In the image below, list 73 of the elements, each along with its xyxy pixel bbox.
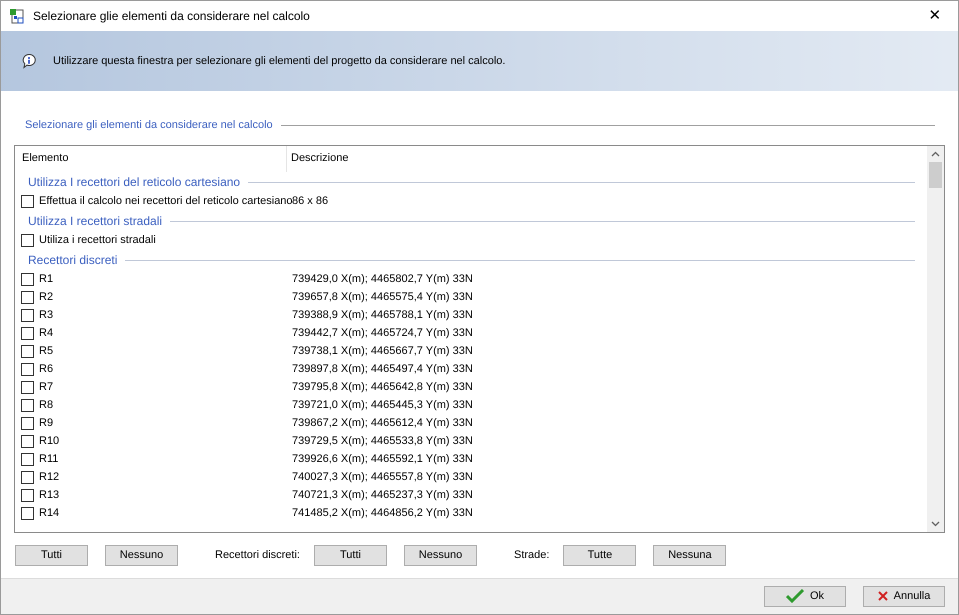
banner-text: Utilizzare questa finestra per selezionare gli elementi del progetto da considerare nel calcolo.	[53, 54, 506, 69]
close-button[interactable]: ✕	[920, 3, 950, 29]
description-cell-text: 739926,6 X(m); 4465592,1 Y(m) 33N	[291, 452, 473, 468]
scrollbar[interactable]	[927, 146, 944, 532]
cross-icon	[878, 591, 888, 602]
checkbox[interactable]	[21, 453, 34, 466]
description-cell-text: 739442,7 X(m); 4465724,7 Y(m) 33N	[291, 326, 473, 342]
scrollbar-thumb[interactable]	[929, 162, 942, 188]
description-cell-text: 740027,3 X(m); 4465557,8 Y(m) 33N	[291, 470, 473, 486]
select-button[interactable]: Tutti	[15, 544, 88, 566]
element-name: R14	[39, 506, 60, 522]
description-cell-text: 739897,8 X(m); 4465497,4 Y(m) 33N	[291, 362, 473, 378]
checkbox[interactable]	[21, 327, 34, 340]
element-name: R10	[39, 434, 60, 450]
checkmark-icon	[786, 589, 804, 604]
element-name: R5	[39, 344, 54, 360]
element-name: R12	[39, 470, 60, 486]
element-name: R13	[39, 488, 60, 504]
checkbox[interactable]	[21, 273, 34, 286]
column-header[interactable]: Elemento	[15, 146, 287, 172]
description-cell-text: 739388,9 X(m); 4465788,1 Y(m) 33N	[291, 308, 473, 324]
section-title: Utilizza I recettori stradali	[28, 213, 162, 230]
element-name: Effettua il calcolo nei recettori del reticolo cartesiano	[39, 194, 293, 210]
checkbox[interactable]	[21, 435, 34, 448]
checkbox[interactable]	[21, 291, 34, 304]
description-cell-text: 739721,0 X(m); 4465445,3 Y(m) 33N	[291, 398, 473, 414]
element-name: R4	[39, 326, 54, 342]
ok-button[interactable]: Ok	[764, 586, 846, 607]
element-name: R9	[39, 416, 54, 432]
checkbox[interactable]	[21, 489, 34, 502]
description-cell-text: 739729,5 X(m); 4465533,8 Y(m) 33N	[291, 434, 473, 450]
group-title: Selezionare gli elementi da considerare nel calcolo	[25, 118, 273, 133]
select-button[interactable]: Tutte	[563, 544, 636, 566]
app-icon	[9, 8, 25, 24]
scroll-down-icon[interactable]	[931, 520, 940, 526]
element-name: R8	[39, 398, 54, 414]
select-button[interactable]: Tutti	[314, 544, 387, 566]
scroll-up-icon[interactable]	[931, 150, 940, 156]
description-cell-text: 739738,1 X(m); 4465667,7 Y(m) 33N	[291, 344, 473, 360]
description-cell-text: 739429,0 X(m); 4465802,7 Y(m) 33N	[291, 272, 473, 288]
description-cell-text: 740721,3 X(m); 4465237,3 Y(m) 33N	[291, 488, 473, 504]
select-button[interactable]: Nessuno	[404, 544, 477, 566]
section-title: Utilizza I recettori del reticolo cartesiano	[28, 174, 240, 191]
checkbox[interactable]	[21, 309, 34, 322]
checkbox[interactable]	[21, 345, 34, 358]
checkbox[interactable]	[21, 399, 34, 412]
element-name: Utiliza i recettori stradali	[39, 233, 156, 248]
element-name: R1	[39, 272, 54, 288]
element-name: R11	[39, 452, 58, 468]
description-cell-text: 739795,8 X(m); 4465642,8 Y(m) 33N	[291, 380, 473, 396]
element-name: R2	[39, 290, 54, 306]
window-title: Selezionare glie elementi da considerare nel calcolo	[33, 8, 310, 25]
element-name: R7	[39, 380, 54, 396]
description-cell-text: 739867,2 X(m); 4465612,4 Y(m) 33N	[291, 416, 473, 432]
checkbox[interactable]	[21, 507, 34, 520]
field-label: Recettori discreti:	[215, 548, 300, 563]
checkbox[interactable]	[21, 195, 34, 208]
field-label: Strade:	[514, 548, 550, 563]
element-name: R6	[39, 362, 54, 378]
checkbox[interactable]	[21, 234, 34, 247]
column-header[interactable]: Descrizione	[287, 150, 348, 167]
info-icon	[21, 53, 37, 69]
description-cell-text: 739657,8 X(m); 4465575,4 Y(m) 33N	[291, 290, 473, 306]
cancel-button[interactable]: Annulla	[863, 586, 945, 607]
select-button[interactable]: Nessuna	[653, 544, 726, 566]
checkbox[interactable]	[21, 381, 34, 394]
description-cell-text: 741485,2 X(m); 4464856,2 Y(m) 33N	[291, 506, 473, 522]
checkbox[interactable]	[21, 417, 34, 430]
section-title: Recettori discreti	[28, 252, 118, 269]
checkbox[interactable]	[21, 363, 34, 376]
element-name: R3	[39, 308, 54, 324]
select-button[interactable]: Nessuno	[105, 544, 178, 566]
checkbox[interactable]	[21, 471, 34, 484]
